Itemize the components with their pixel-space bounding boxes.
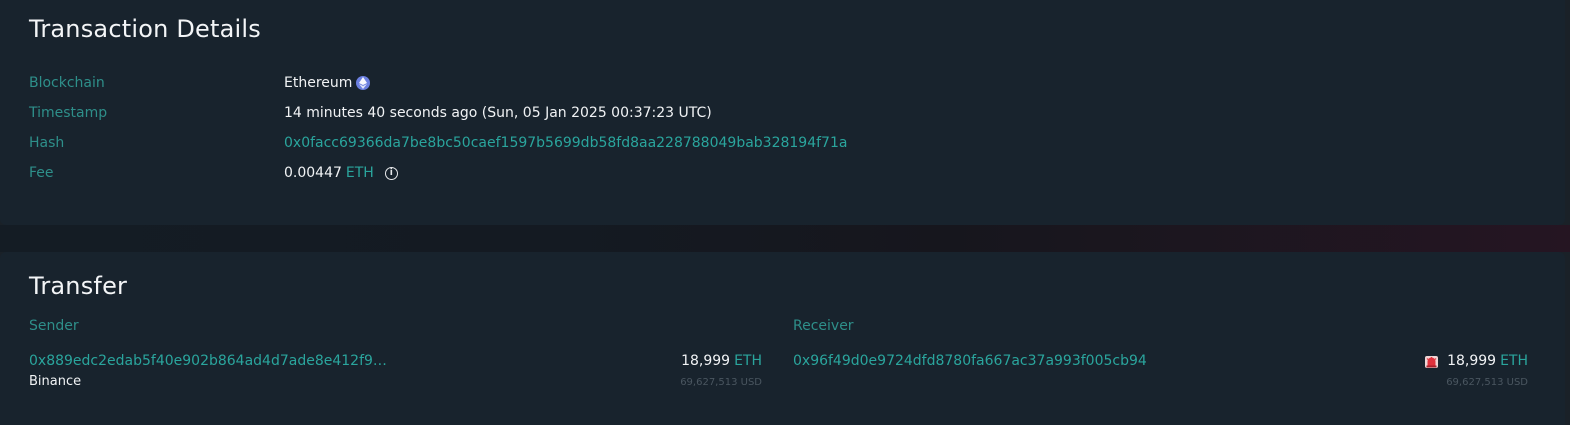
transfer-title: Transfer: [29, 272, 128, 300]
fee-value: 0.00447 ETH i: [284, 165, 398, 181]
blockchain-name: Ethereum: [284, 75, 353, 91]
receiver-usd-value: 69,627,513 USD: [1446, 377, 1528, 388]
blockchain-value: Ethereum: [284, 75, 371, 91]
hash-label: Hash: [29, 135, 65, 151]
details-title: Transaction Details: [29, 15, 261, 43]
sender-entity: Binance: [29, 374, 82, 389]
sender-usd-value: 69,627,513 USD: [680, 377, 762, 388]
alarm-icon: [1424, 354, 1439, 369]
receiver-label: Receiver: [793, 318, 854, 334]
timestamp-value: 14 minutes 40 seconds ago (Sun, 05 Jan 2…: [284, 105, 712, 121]
receiver-amount-value: 18,999: [1447, 353, 1497, 369]
transaction-details-card: Transaction Details Blockchain Ethereum …: [0, 0, 1565, 225]
hash-link[interactable]: 0x0facc69366da7be8bc50caef1597b5699db58f…: [284, 135, 847, 151]
sender-label: Sender: [29, 318, 79, 334]
sender-amount-unit: ETH: [734, 353, 762, 369]
fee-amount: 0.00447: [284, 165, 342, 181]
receiver-address-link[interactable]: 0x96f49d0e9724dfd8780fa667ac37a993f005cb…: [793, 353, 1147, 369]
fee-label: Fee: [29, 165, 54, 181]
timestamp-label: Timestamp: [29, 105, 108, 121]
page: Transaction Details Blockchain Ethereum …: [0, 0, 1570, 425]
receiver-amount-unit: ETH: [1500, 353, 1528, 369]
info-icon[interactable]: i: [384, 166, 398, 180]
sender-address-link[interactable]: 0x889edc2edab5f40e902b864ad4d7ade8e412f9…: [29, 353, 387, 369]
section-divider: [0, 225, 1570, 252]
transfer-card: Transfer Sender 0x889edc2edab5f40e902b86…: [0, 252, 1565, 425]
sender-amount: 18,999 ETH: [681, 353, 762, 369]
fee-unit: ETH: [345, 165, 374, 181]
ethereum-icon: [356, 76, 371, 90]
receiver-amount: 18,999 ETH: [1424, 353, 1528, 369]
blockchain-label: Blockchain: [29, 75, 105, 91]
sender-amount-value: 18,999: [681, 353, 731, 369]
